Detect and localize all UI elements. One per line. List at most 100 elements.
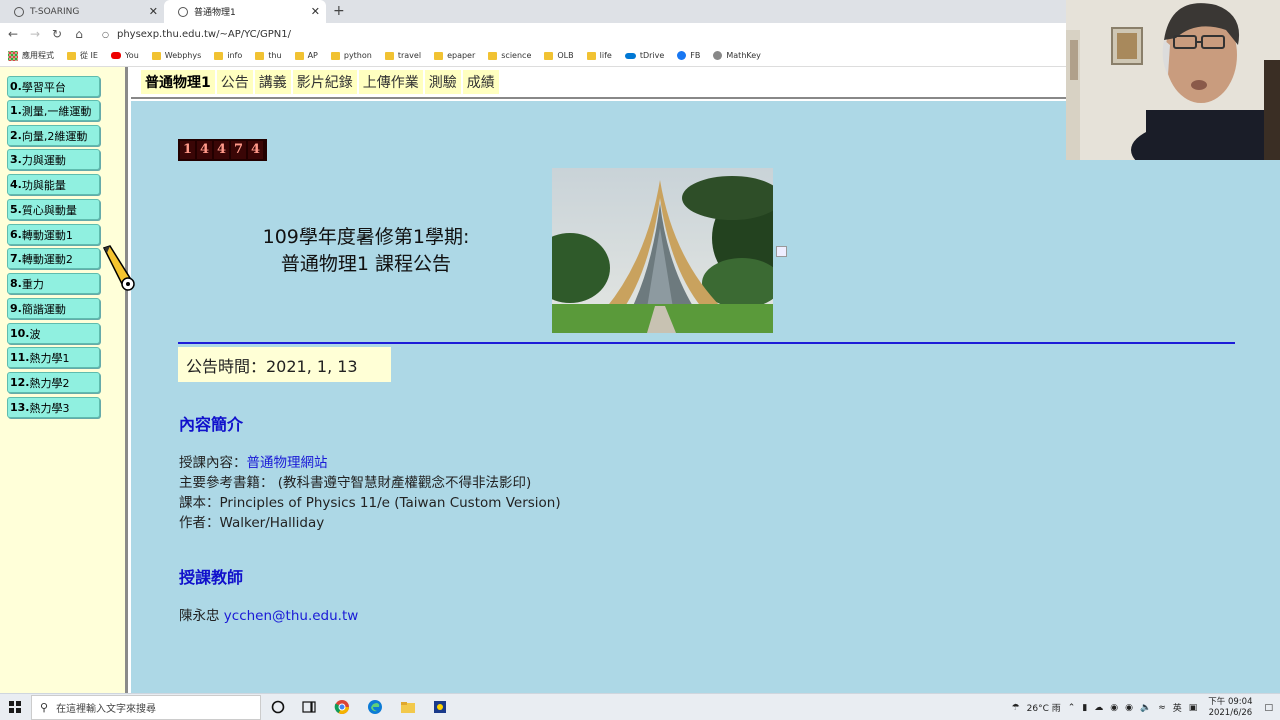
chapter-button-8[interactable]: 8. 重力 — [7, 273, 100, 294]
chapter-label: 熱力學2 — [29, 376, 70, 390]
security-icon[interactable]: ◉ — [1110, 703, 1118, 713]
bookmark-olb[interactable]: OLB — [544, 51, 574, 60]
bookmark-python[interactable]: python — [330, 51, 372, 60]
folder-icon — [255, 51, 265, 60]
folder-icon — [330, 51, 340, 60]
chapel-photo — [552, 168, 773, 333]
chevron-up-icon[interactable]: ⌃ — [1068, 703, 1076, 713]
tab-t-soaring[interactable]: T-SOARING ✕ — [0, 0, 164, 23]
reference-books-line: 主要參考書籍： (教科書遵守智慧財產權觀念不得非法影印) — [179, 475, 532, 491]
input-method-icon[interactable]: ▣ — [1189, 703, 1198, 713]
edge-icon[interactable] — [367, 699, 383, 715]
chapter-number: 13. — [10, 401, 30, 414]
folder-icon — [488, 51, 498, 60]
chapter-label: 學習平台 — [21, 80, 66, 94]
bookmark-epaper[interactable]: epaper — [434, 51, 475, 60]
bookmark-label: tDrive — [639, 51, 665, 60]
tab-physics-1[interactable]: 普通物理1 ✕ — [164, 0, 326, 23]
weather-text[interactable]: 26°C 雨 — [1027, 701, 1061, 714]
chrome-icon[interactable] — [334, 699, 350, 715]
bookmark-from-ie[interactable]: 從 IE — [67, 50, 98, 61]
folder-icon — [544, 51, 554, 60]
chapter-button-11[interactable]: 11. 熱力學1 — [7, 347, 100, 368]
chapter-button-1[interactable]: 1. 測量,一維運動 — [7, 100, 100, 121]
volume-icon[interactable]: 🔈 — [1140, 703, 1151, 713]
network-icon[interactable]: ≈ — [1158, 703, 1166, 713]
bookmark-thu[interactable]: thu — [255, 51, 282, 60]
new-tab-button[interactable]: + — [333, 3, 345, 19]
bookmark-fb[interactable]: FB — [677, 51, 700, 60]
nav-lecture-notes[interactable]: 講義 — [254, 70, 291, 94]
bookmark-ap[interactable]: AP — [294, 51, 318, 60]
reload-button[interactable]: ↻ — [48, 27, 66, 41]
bookmark-mathkey[interactable]: MathKey — [713, 51, 761, 60]
bookmark-label: epaper — [447, 51, 476, 60]
app-icon[interactable] — [432, 699, 448, 715]
chapter-button-10[interactable]: 10. 波 — [7, 323, 100, 344]
course-top-nav: 普通物理1 公告 講義 影片紀錄 上傳作業 測驗 成績 — [131, 67, 1066, 99]
notification-icon[interactable]: □ — [1264, 703, 1273, 713]
chapter-button-0[interactable]: 0. 學習平台 — [7, 76, 100, 97]
bookmark-info[interactable]: info — [214, 51, 242, 60]
chapter-label: 轉動運動1 — [21, 228, 73, 242]
battery-icon[interactable]: ▮ — [1082, 703, 1087, 713]
chapter-number: 1. — [10, 104, 22, 117]
chapter-button-4[interactable]: 4. 功與能量 — [7, 174, 100, 195]
cortana-icon[interactable] — [270, 699, 286, 715]
home-button[interactable]: ⌂ — [70, 27, 88, 41]
chapter-number: 2. — [10, 129, 22, 142]
chapter-button-7[interactable]: 7. 轉動運動2 — [7, 248, 100, 269]
lock-icon: ○ — [102, 29, 109, 39]
close-icon[interactable]: ✕ — [311, 5, 320, 18]
bookmark-apps[interactable]: 應用程式 — [8, 50, 54, 61]
bookmark-life[interactable]: life — [586, 51, 612, 60]
forward-button[interactable]: → — [26, 27, 44, 41]
youtube-icon — [110, 52, 121, 59]
title-line-1: 109學年度暑修第1學期: — [262, 226, 470, 248]
nav-quiz[interactable]: 測驗 — [424, 70, 461, 94]
nav-upload-homework[interactable]: 上傳作業 — [358, 70, 423, 94]
chapter-label: 波 — [29, 327, 41, 341]
bookmark-label: 從 IE — [80, 51, 98, 60]
intro-heading: 內容簡介 — [179, 415, 244, 434]
windows-start-icon[interactable] — [9, 701, 21, 713]
chapter-button-12[interactable]: 12. 熱力學2 — [7, 372, 100, 393]
chapter-button-3[interactable]: 3. 力與運動 — [7, 149, 100, 170]
chapter-button-5[interactable]: 5. 質心與動量 — [7, 199, 100, 220]
teacher-email-link[interactable]: ycchen@thu.edu.tw — [224, 608, 359, 624]
bookmark-label: Webphys — [164, 51, 202, 60]
bookmark-label: OLB — [557, 51, 574, 60]
file-explorer-icon[interactable] — [400, 699, 416, 715]
nav-grades[interactable]: 成績 — [462, 70, 499, 94]
bookmark-label: AP — [307, 51, 318, 60]
counter-digit: 1 — [180, 141, 195, 159]
system-clock[interactable]: 下午 09:04 2021/6/26 — [1208, 697, 1252, 719]
bookmark-science[interactable]: science — [488, 51, 531, 60]
task-view-icon[interactable] — [301, 699, 317, 715]
camera-icon[interactable]: ◉ — [1125, 703, 1133, 713]
physics-website-link[interactable]: 普通物理網站 — [247, 455, 328, 471]
chapter-button-2[interactable]: 2. 向量,2維運動 — [7, 125, 100, 146]
cloud-tray-icon[interactable]: ☁ — [1094, 703, 1103, 713]
ime-indicator[interactable]: 英 — [1173, 701, 1182, 714]
title-line-2: 普通物理1 課程公告 — [280, 253, 452, 275]
taskbar-search-input[interactable]: ⚲ 在這裡輸入文字來搜尋 — [31, 695, 261, 720]
nav-course-home[interactable]: 普通物理1 — [141, 70, 215, 94]
bookmark-youtube[interactable]: You — [110, 51, 139, 60]
bookmark-webphys[interactable]: Webphys — [151, 51, 202, 60]
address-bar[interactable]: ○ physexp.thu.edu.tw/~AP/YC/GPN1/ — [94, 25, 1064, 43]
chapter-number: 5. — [10, 203, 22, 216]
teacher-heading: 授課教師 — [179, 568, 244, 587]
close-icon[interactable]: ✕ — [149, 5, 158, 18]
chapter-button-6[interactable]: 6. 轉動運動1 — [7, 224, 100, 245]
chapter-button-13[interactable]: 13. 熱力學3 — [7, 397, 100, 418]
teacher-line: 陳永忠 ycchen@thu.edu.tw — [179, 604, 358, 624]
back-button[interactable]: ← — [4, 27, 22, 41]
bookmark-tdrive[interactable]: tDrive — [624, 51, 665, 60]
system-tray: ☂ 26°C 雨 ⌃ ▮ ☁ ◉ ◉ 🔈 ≈ 英 ▣ 下午 09:04 2021… — [1012, 694, 1280, 720]
globe-icon — [14, 6, 24, 17]
nav-video-records[interactable]: 影片紀錄 — [292, 70, 357, 94]
bookmark-travel[interactable]: travel — [384, 51, 421, 60]
nav-announcements[interactable]: 公告 — [216, 70, 253, 94]
chapter-button-9[interactable]: 9. 簡諧運動 — [7, 298, 100, 319]
